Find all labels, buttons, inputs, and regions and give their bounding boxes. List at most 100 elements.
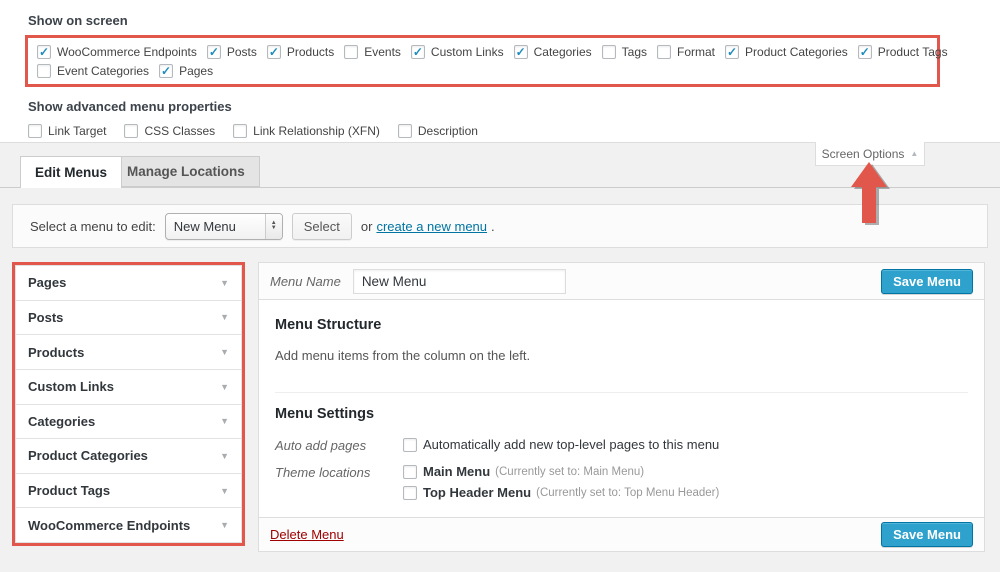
option-event-categories[interactable]: Event Categories xyxy=(37,64,149,78)
checkbox-label: WooCommerce Endpoints xyxy=(57,45,197,59)
chevron-down-icon[interactable]: ▼ xyxy=(220,278,229,288)
menu-select-value: New Menu xyxy=(166,219,265,234)
theme-location-main-menu[interactable]: Main Menu(Currently set to: Main Menu) xyxy=(403,464,968,479)
checkbox-icon[interactable] xyxy=(344,45,358,59)
accordion-section-products[interactable]: Products ▼ xyxy=(15,335,242,370)
menu-name-input[interactable] xyxy=(353,269,566,294)
option-css-classes[interactable]: CSS Classes xyxy=(124,124,215,138)
save-menu-button-top[interactable]: Save Menu xyxy=(881,269,973,294)
create-new-menu-link[interactable]: create a new menu xyxy=(376,219,487,234)
checkbox-label: Products xyxy=(287,45,334,59)
checkbox-icon[interactable] xyxy=(602,45,616,59)
option-custom-links[interactable]: ✓Custom Links xyxy=(411,45,504,59)
theme-location-current-note: (Currently set to: Main Menu) xyxy=(495,466,644,478)
menu-select-bar: Select a menu to edit: New Menu ▲▼ Selec… xyxy=(12,204,988,248)
checkbox-label: CSS Classes xyxy=(144,124,215,138)
select-menu-button[interactable]: Select xyxy=(292,213,352,240)
checkbox-label: Posts xyxy=(227,45,257,59)
chevron-down-icon[interactable]: ▼ xyxy=(220,382,229,392)
checked-checkbox-icon[interactable]: ✓ xyxy=(411,45,425,59)
option-product-categories[interactable]: ✓ Product Categories xyxy=(725,45,848,59)
option-products[interactable]: ✓ Products xyxy=(267,45,334,59)
checkbox-label: Event Categories xyxy=(57,64,149,78)
checkbox-icon[interactable] xyxy=(403,438,417,452)
theme-locations-label: Theme locations xyxy=(275,464,403,480)
accordion-section-label: Product Categories xyxy=(28,448,148,463)
option-events[interactable]: Events xyxy=(344,45,401,59)
modules-checkbox-row-2: Event Categories ✓ Pages xyxy=(37,64,928,78)
tab-manage-locations[interactable]: Manage Locations xyxy=(112,156,260,187)
checked-checkbox-icon[interactable]: ✓ xyxy=(207,45,221,59)
accordion-section-label: Posts xyxy=(28,310,63,325)
checkbox-icon[interactable] xyxy=(233,124,247,138)
tab-edit-menus[interactable]: Edit Menus xyxy=(20,156,122,188)
chevron-down-icon[interactable]: ▼ xyxy=(220,416,229,426)
chevron-up-icon: ▲ xyxy=(910,149,918,158)
checkbox-label: Pages xyxy=(179,64,213,78)
delete-menu-link[interactable]: Delete Menu xyxy=(270,527,344,542)
checked-checkbox-icon[interactable]: ✓ xyxy=(159,64,173,78)
option-pages[interactable]: ✓ Pages xyxy=(159,64,213,78)
accordion-section-posts[interactable]: Posts ▼ xyxy=(15,301,242,336)
menu-structure-title: Menu Structure xyxy=(275,317,968,333)
annotation-red-box-accordion: Pages▼Posts▼Products▼Custom Links▼Catego… xyxy=(12,262,245,546)
checkbox-label: Product Categories xyxy=(745,45,848,59)
menu-name-label: Menu Name xyxy=(270,274,341,289)
checkbox-icon[interactable] xyxy=(403,486,417,500)
accordion-section-product-categories[interactable]: Product Categories ▼ xyxy=(15,439,242,474)
checkbox-icon[interactable] xyxy=(398,124,412,138)
menu-item-accordion: Pages▼Posts▼Products▼Custom Links▼Catego… xyxy=(15,265,242,543)
option-product-tags[interactable]: ✓Product Tags xyxy=(858,45,948,59)
save-menu-button-bottom[interactable]: Save Menu xyxy=(881,522,973,547)
checkbox-label: Format xyxy=(677,45,715,59)
menu-settings-title: Menu Settings xyxy=(275,406,968,422)
annotation-red-box-modules: ✓ WooCommerce Endpoints ✓ Posts ✓ Products Eve… xyxy=(25,35,940,87)
checked-checkbox-icon[interactable]: ✓ xyxy=(514,45,528,59)
checked-checkbox-icon[interactable]: ✓ xyxy=(37,45,51,59)
or-text: or xyxy=(361,219,373,234)
chevron-down-icon[interactable]: ▼ xyxy=(220,451,229,461)
option-woocommerce-endpoints[interactable]: ✓ WooCommerce Endpoints xyxy=(37,45,197,59)
chevron-down-icon[interactable]: ▼ xyxy=(220,486,229,496)
checked-checkbox-icon[interactable]: ✓ xyxy=(267,45,281,59)
menu-select-dropdown[interactable]: New Menu ▲▼ xyxy=(165,213,283,240)
chevron-down-icon[interactable]: ▼ xyxy=(220,312,229,322)
checked-checkbox-icon[interactable]: ✓ xyxy=(725,45,739,59)
checkbox-icon[interactable] xyxy=(37,64,51,78)
theme-locations-list: Main Menu(Currently set to: Main Menu) To… xyxy=(403,464,968,500)
auto-add-pages-label: Auto add pages xyxy=(275,437,403,453)
option-tags[interactable]: Tags xyxy=(602,45,647,59)
option-posts[interactable]: ✓ Posts xyxy=(207,45,257,59)
menu-structure-hint: Add menu items from the column on the le… xyxy=(275,348,968,363)
modules-checkbox-row-1: ✓ WooCommerce Endpoints ✓ Posts ✓ Products Eve… xyxy=(37,45,928,59)
accordion-section-woocommerce-endpoints[interactable]: WooCommerce Endpoints▼ xyxy=(15,508,242,543)
accordion-section-categories[interactable]: Categories▼ xyxy=(15,405,242,440)
option-description[interactable]: Description xyxy=(398,124,478,138)
option-link-target[interactable]: Link Target xyxy=(28,124,106,138)
select-stepper-icon: ▲▼ xyxy=(265,214,282,239)
theme-location-name: Top Header Menu xyxy=(423,485,531,500)
option-format[interactable]: Format xyxy=(657,45,715,59)
advanced-checkbox-row: Link Target CSS Classes Link Relationship … xyxy=(28,124,1000,138)
advanced-properties-heading: Show advanced menu properties xyxy=(28,99,1000,114)
checkbox-icon[interactable] xyxy=(403,465,417,479)
chevron-down-icon[interactable]: ▼ xyxy=(220,347,229,357)
auto-add-pages-option[interactable]: Automatically add new top-level pages to… xyxy=(403,437,968,452)
option-link-relationship-xfn[interactable]: Link Relationship (XFN) xyxy=(233,124,380,138)
checkbox-icon[interactable] xyxy=(28,124,42,138)
checkbox-icon[interactable] xyxy=(124,124,138,138)
chevron-down-icon[interactable]: ▼ xyxy=(220,520,229,530)
menu-editor-body: Menu Structure Add menu items from the c… xyxy=(259,300,984,517)
section-divider xyxy=(275,392,968,393)
select-menu-label: Select a menu to edit: xyxy=(30,219,156,234)
option-categories[interactable]: ✓Categories xyxy=(514,45,592,59)
sentence-period: . xyxy=(491,219,495,234)
checked-checkbox-icon[interactable]: ✓ xyxy=(858,45,872,59)
accordion-section-pages[interactable]: Pages▼ xyxy=(15,265,242,301)
theme-location-top-header-menu[interactable]: Top Header Menu(Currently set to: Top Me… xyxy=(403,485,968,500)
accordion-section-custom-links[interactable]: Custom Links▼ xyxy=(15,370,242,405)
checkbox-icon[interactable] xyxy=(657,45,671,59)
accordion-section-label: Products xyxy=(28,345,84,360)
accordion-section-product-tags[interactable]: Product Tags▼ xyxy=(15,474,242,509)
auto-add-pages-text: Automatically add new top-level pages to… xyxy=(423,437,719,452)
